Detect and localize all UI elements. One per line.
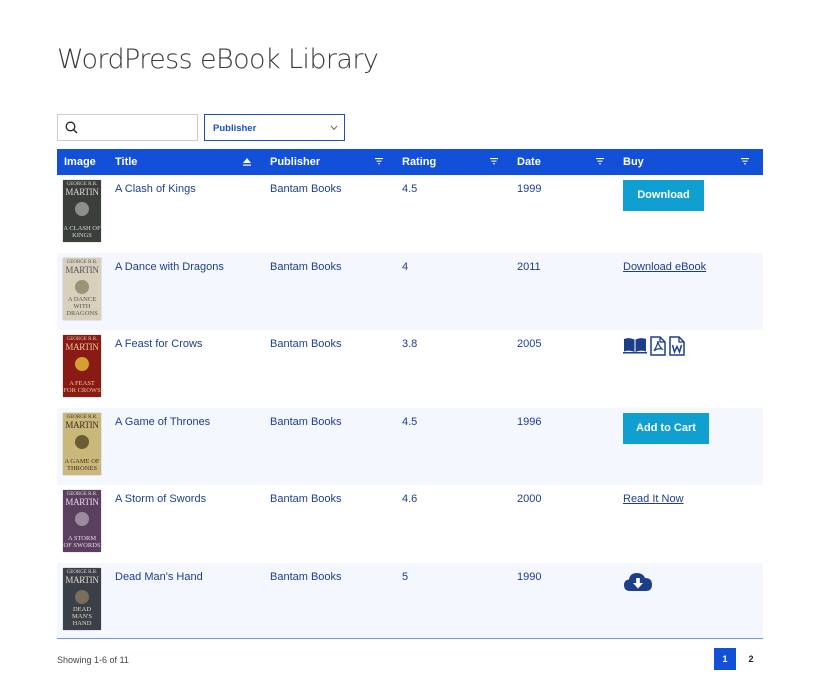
book-publisher: Bantam Books	[270, 338, 342, 350]
book-cover-image[interactable]: GEORGE R.R. MARTIN A DANCE WITH DRAGONS	[63, 257, 101, 320]
book-date: 1996	[517, 415, 542, 428]
book-rating: 4	[402, 260, 409, 273]
filter-icon[interactable]	[596, 158, 604, 165]
table-row: GEORGE R.R. MARTIN DEAD MAN'S HAND Dead …	[57, 562, 763, 641]
book-title[interactable]: A Storm of Swords	[108, 485, 263, 563]
page-title: WordPress eBook Library	[57, 44, 379, 75]
book-cover-image[interactable]: GEORGE R.R. MARTIN A GAME OF THRONES	[63, 412, 101, 475]
book-date: 2000	[517, 493, 542, 505]
book-rating: 4.5	[402, 415, 418, 428]
book-rating: 3.8	[402, 338, 418, 350]
pdf-file-icon[interactable]	[650, 336, 666, 356]
book-cover-image[interactable]: GEORGE R.R. MARTIN A CLASH OF KINGS	[63, 180, 101, 242]
book-open-icon[interactable]	[623, 336, 647, 354]
dragon-emblem-icon	[75, 434, 89, 449]
search-box[interactable]	[57, 114, 198, 141]
book-title[interactable]: Dead Man's Hand	[108, 563, 263, 641]
book-publisher: Bantam Books	[270, 415, 342, 428]
sort-ascending-icon[interactable]	[243, 158, 251, 166]
column-header-title[interactable]: Title	[108, 149, 263, 175]
table-row: GEORGE R.R. MARTIN A FEAST FOR CROWS A F…	[57, 330, 763, 408]
filter-icon[interactable]	[375, 158, 383, 165]
table-footer-divider	[57, 638, 763, 639]
chalice-emblem-icon	[75, 357, 89, 371]
dragon-emblem-icon	[75, 279, 89, 294]
book-publisher: Bantam Books	[270, 260, 342, 273]
figures-emblem-icon	[75, 589, 89, 604]
book-publisher: Bantam Books	[270, 493, 342, 505]
ebook-table: Image Title Publisher Rating Date Buy GE…	[57, 149, 763, 640]
cloud-download-icon[interactable]	[623, 571, 653, 593]
book-date: 1990	[517, 570, 542, 583]
chevron-down-icon	[330, 125, 338, 131]
page-button-1[interactable]: 1	[714, 648, 736, 670]
book-title[interactable]: A Feast for Crows	[108, 330, 263, 408]
word-file-icon[interactable]	[669, 336, 685, 356]
book-rating: 4.6	[402, 493, 418, 505]
book-title[interactable]: A Clash of Kings	[108, 175, 263, 253]
book-publisher: Bantam Books	[270, 183, 342, 195]
filter-icon[interactable]	[490, 158, 498, 165]
publisher-filter-label: Publisher	[213, 123, 257, 134]
shield-emblem-icon	[75, 512, 89, 526]
book-rating: 5	[402, 570, 409, 583]
table-row: GEORGE R.R. MARTIN A STORM OF SWORDS A S…	[57, 485, 763, 563]
read-it-now-link[interactable]: Read It Now	[623, 493, 684, 505]
book-cover-image[interactable]: GEORGE R.R. MARTIN DEAD MAN'S HAND	[63, 567, 101, 630]
table-header-row: Image Title Publisher Rating Date Buy	[57, 149, 763, 175]
book-date: 2005	[517, 338, 542, 350]
column-header-publisher[interactable]: Publisher	[263, 149, 395, 175]
add-to-cart-button[interactable]: Add to Cart	[623, 412, 709, 444]
table-row: GEORGE R.R. MARTIN A CLASH OF KINGS A Cl…	[57, 175, 763, 253]
column-header-buy[interactable]: Buy	[616, 149, 763, 175]
table-row: GEORGE R.R. MARTIN A DANCE WITH DRAGONS …	[57, 252, 763, 331]
book-date: 1999	[517, 183, 542, 195]
filter-icon[interactable]	[741, 158, 749, 165]
column-header-rating[interactable]: Rating	[395, 149, 510, 175]
search-input[interactable]	[84, 118, 196, 139]
book-rating: 4.5	[402, 183, 418, 195]
book-publisher: Bantam Books	[270, 570, 342, 583]
book-cover-image[interactable]: GEORGE R.R. MARTIN A STORM OF SWORDS	[63, 490, 101, 552]
search-icon	[65, 121, 78, 134]
book-title[interactable]: A Game of Thrones	[108, 408, 263, 486]
book-title[interactable]: A Dance with Dragons	[108, 253, 263, 331]
publisher-filter-select[interactable]: Publisher	[204, 114, 345, 141]
column-header-image: Image	[64, 156, 96, 168]
page-button-2[interactable]: 2	[740, 648, 762, 670]
download-button[interactable]: Download	[623, 180, 704, 211]
book-date: 2011	[517, 260, 541, 273]
book-cover-image[interactable]: GEORGE R.R. MARTIN A FEAST FOR CROWS	[63, 335, 101, 397]
crown-emblem-icon	[75, 202, 89, 216]
column-header-date[interactable]: Date	[510, 149, 616, 175]
table-row: GEORGE R.R. MARTIN A GAME OF THRONES A G…	[57, 407, 763, 486]
pagination-summary: Showing 1-6 of 11	[57, 655, 129, 665]
download-ebook-link[interactable]: Download eBook	[623, 261, 706, 273]
